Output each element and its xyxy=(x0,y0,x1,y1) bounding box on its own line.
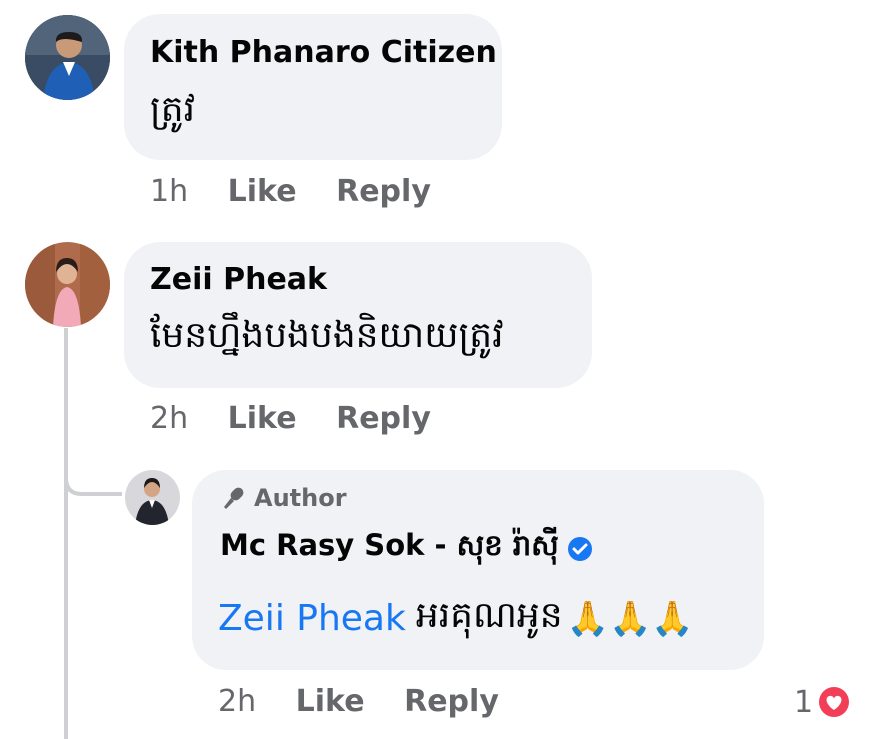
heart-icon xyxy=(815,683,853,721)
reply-text: អរគុណអូន xyxy=(415,595,563,636)
reply-actions: 2h Like Reply xyxy=(218,684,499,719)
comment-actions: 2h Like Reply xyxy=(150,401,431,436)
comment-author[interactable]: Zeii Pheak xyxy=(150,262,327,297)
mention-link[interactable]: Zeii Pheak xyxy=(218,598,406,639)
comment-time[interactable]: 2h xyxy=(150,401,188,436)
like-button[interactable]: Like xyxy=(228,401,297,436)
comment-actions: 1h Like Reply xyxy=(150,174,431,209)
author-badge: Author xyxy=(220,484,347,512)
comment-text: ត្រូវ xyxy=(150,89,195,130)
reply-author-row: Mc Rasy Sok - សុខ រ៉ាស៊ី xyxy=(220,528,593,570)
pray-emoji-icon: 🙏🙏🙏 xyxy=(566,598,694,639)
like-button[interactable]: Like xyxy=(228,174,297,209)
comment-author[interactable]: Kith Phanaro Citizen xyxy=(150,35,497,70)
reaction-summary[interactable]: 1 xyxy=(794,683,853,721)
verified-badge-icon xyxy=(567,536,593,562)
author-badge-label: Author xyxy=(254,484,347,512)
avatar[interactable] xyxy=(25,242,110,327)
reply-author[interactable]: Mc Rasy Sok - សុខ រ៉ាស៊ី xyxy=(220,528,559,570)
avatar[interactable] xyxy=(25,15,110,100)
comment-time[interactable]: 1h xyxy=(150,174,188,209)
like-button[interactable]: Like xyxy=(296,684,365,719)
reply-button[interactable]: Reply xyxy=(336,401,431,436)
thread-line xyxy=(64,328,68,739)
avatar[interactable] xyxy=(125,470,180,525)
thread-branch xyxy=(64,440,122,496)
reply-text-row: Zeii Pheak អរគុណអូន 🙏🙏🙏 xyxy=(218,592,694,645)
microphone-icon xyxy=(220,485,246,511)
reply-button[interactable]: Reply xyxy=(404,684,499,719)
reaction-count: 1 xyxy=(794,684,814,720)
reply-time[interactable]: 2h xyxy=(218,684,256,719)
comment-text: មែនហ្នឹងបងបងនិយាយត្រូវ xyxy=(150,315,504,356)
reply-button[interactable]: Reply xyxy=(336,174,431,209)
